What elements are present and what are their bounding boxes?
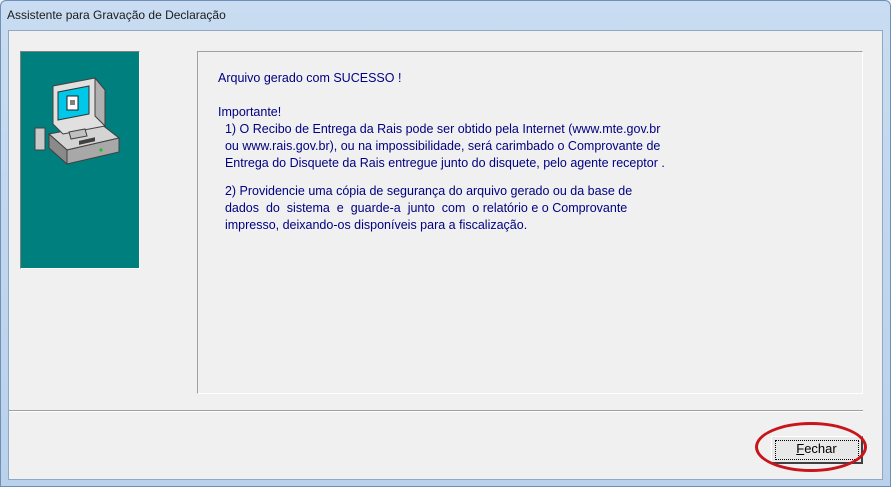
- close-button-accelerator: F: [796, 441, 805, 456]
- message-line: ou www.rais.gov.br), ou na impossibilida…: [218, 139, 661, 153]
- window-title: Assistente para Gravação de Declaração: [7, 8, 226, 22]
- side-panel: [20, 51, 140, 269]
- close-button[interactable]: Fechar: [771, 436, 863, 464]
- computer-icon: [34, 76, 121, 166]
- message-panel: Arquivo gerado com SUCESSO ! Importante!…: [197, 51, 863, 394]
- separator-line: [9, 410, 863, 412]
- message-line: Arquivo gerado com SUCESSO !: [218, 71, 402, 85]
- message-line: dados do sistema e guarde-a junto com o …: [218, 201, 628, 215]
- message-line: Entrega do Disquete da Rais entregue jun…: [218, 156, 665, 170]
- message-line: 2) Providencie uma cópia de segurança do…: [218, 184, 633, 198]
- title-bar[interactable]: Assistente para Gravação de Declaração: [1, 1, 890, 29]
- dialog-window: Assistente para Gravação de Declaração A…: [0, 0, 891, 487]
- message-line: impresso, deixando-os disponíveis para a…: [218, 218, 528, 232]
- message-line: Importante!: [218, 105, 282, 119]
- close-button-label: echar: [804, 441, 837, 456]
- message-line: 1) O Recibo de Entrega da Rais pode ser …: [218, 122, 661, 136]
- dialog-client-area: Arquivo gerado com SUCESSO ! Importante!…: [8, 30, 883, 480]
